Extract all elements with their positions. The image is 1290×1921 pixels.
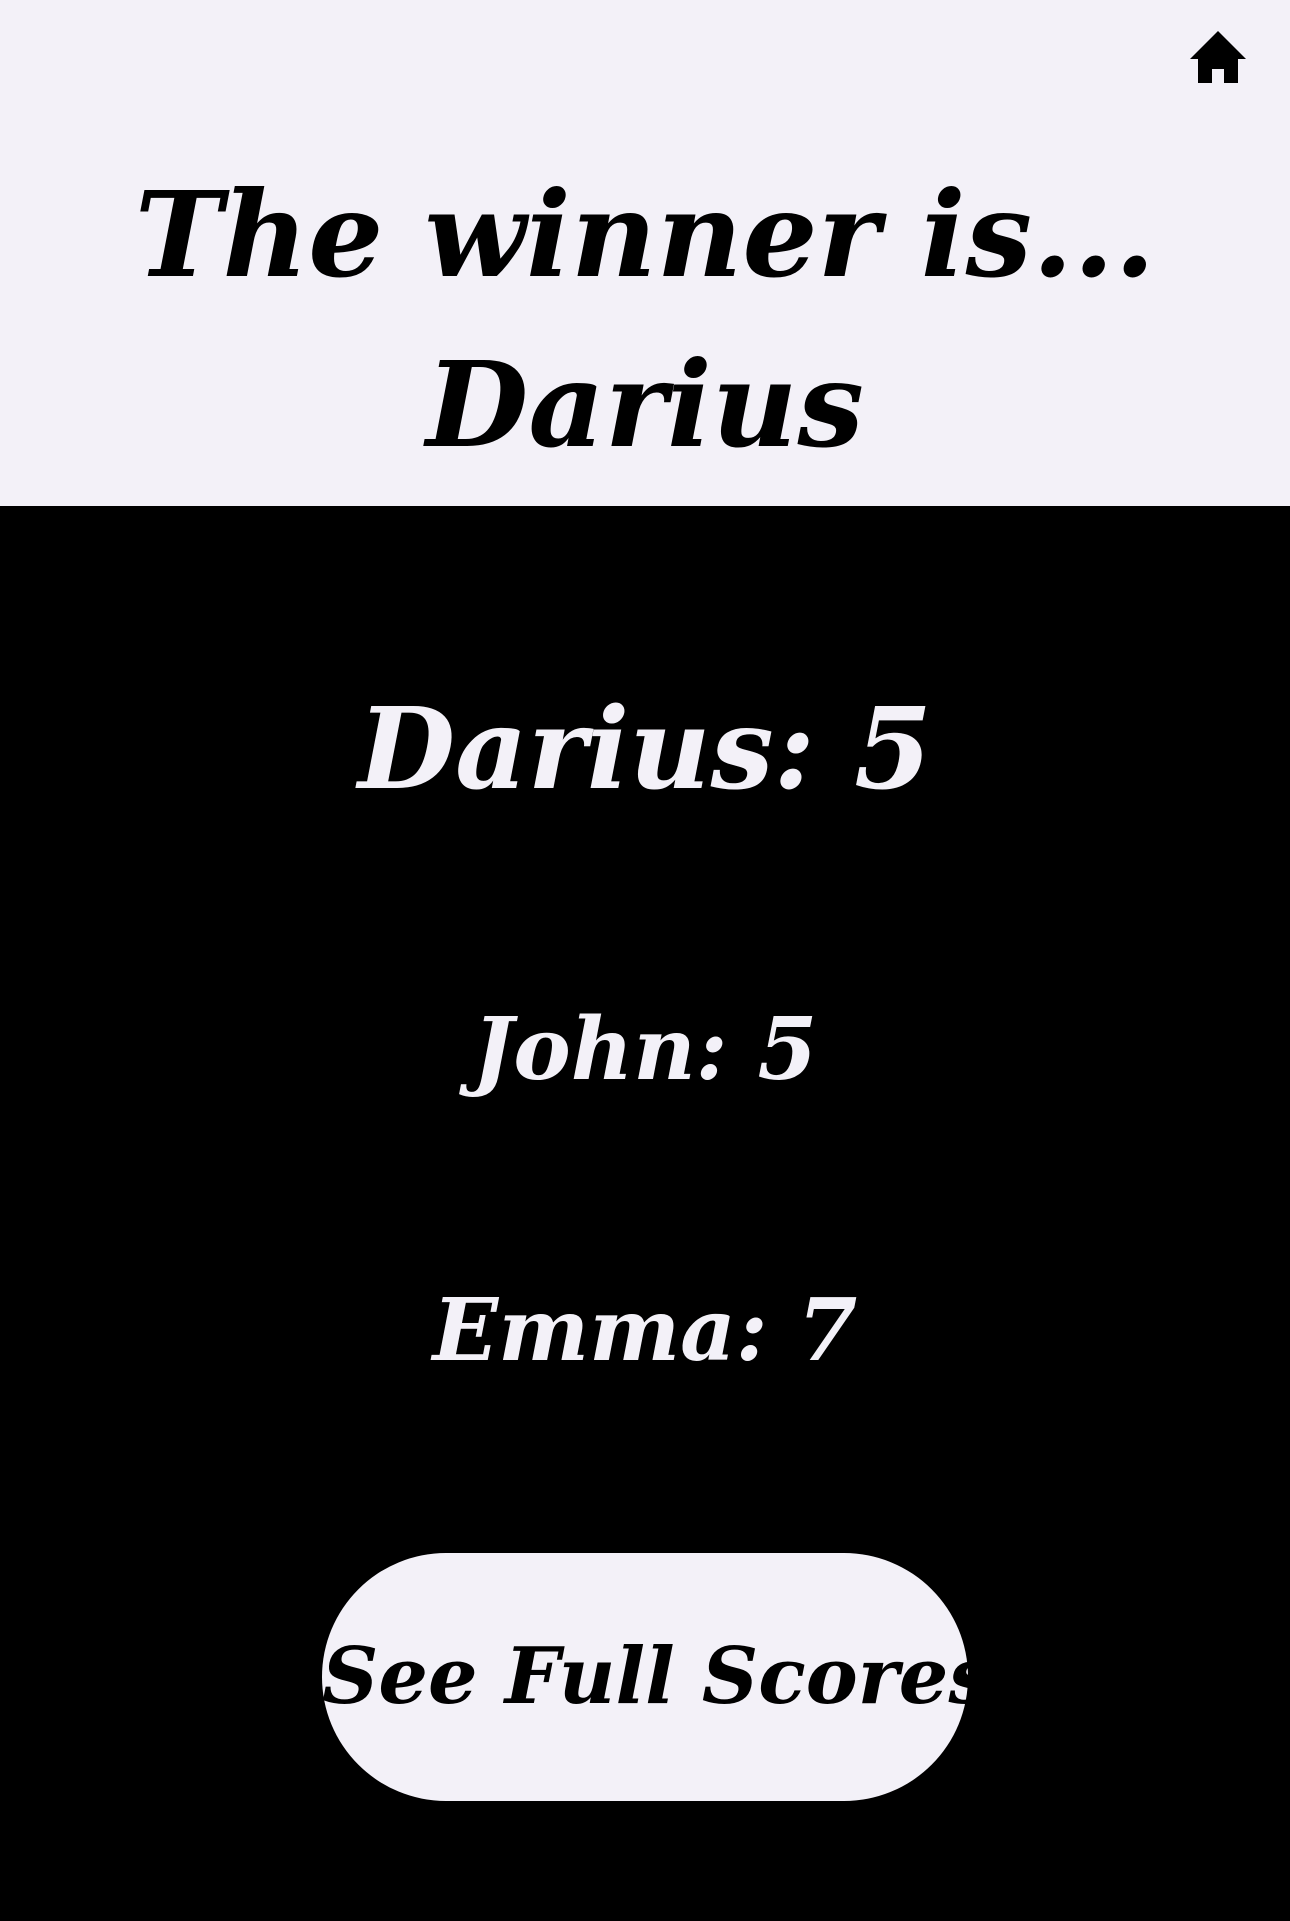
winner-title: The winner is...: [134, 165, 1156, 304]
winner-name: Darius: [425, 335, 864, 474]
player-score: Emma: 7: [432, 1280, 858, 1381]
winner-score: Darius: 5: [358, 684, 932, 815]
winner-header: The winner is... Darius: [0, 0, 1290, 506]
see-full-scores-button[interactable]: See Full Scores: [322, 1553, 992, 1801]
player-score: John: 5: [472, 999, 818, 1100]
home-icon: [1190, 31, 1246, 83]
home-button[interactable]: [1183, 24, 1253, 90]
